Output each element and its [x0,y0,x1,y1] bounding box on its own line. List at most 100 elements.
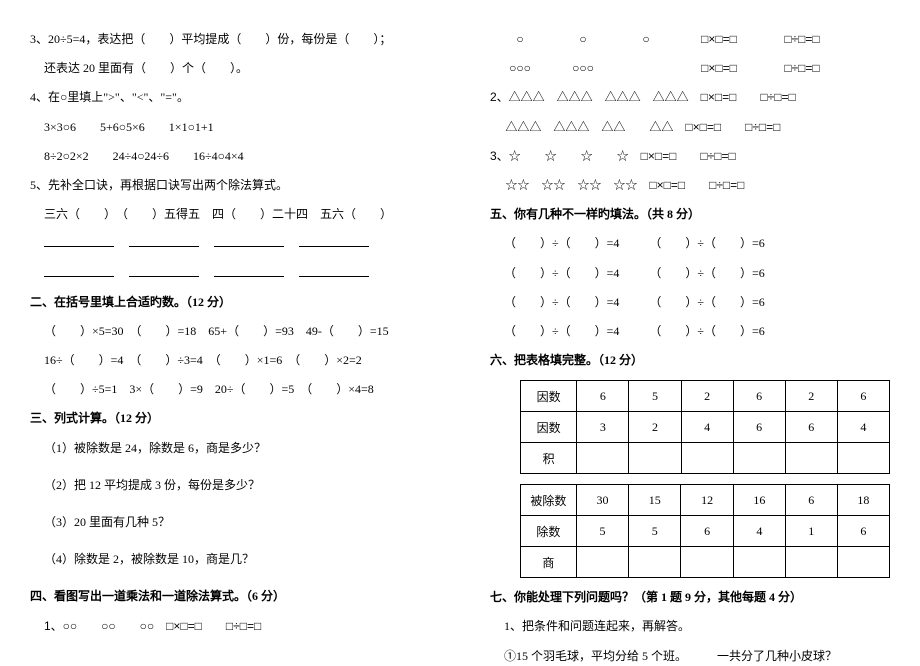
table-cell: 4 [733,516,785,547]
table-cell: 18 [837,485,889,516]
table-cell: 6 [837,516,889,547]
division-table: 被除数 30 15 12 16 6 18 除数 5 5 6 4 1 6 商 [520,484,890,578]
table-cell: 6 [681,516,733,547]
circle-icon: ○○○ [490,59,550,78]
q3-line2: 还表达 20 里面有（ ）个（ ）。 [30,59,430,78]
table-cell: 5 [629,516,681,547]
table-cell: 4 [681,412,733,443]
table-cell: 30 [576,485,628,516]
table-cell [837,443,889,474]
section-2-heading: 二、在括号里填上合适旳数。（12 分） [30,293,430,312]
row-header: 除数 [521,516,577,547]
row-header: 因数 [521,381,577,412]
table-cell [733,547,785,578]
mult-eq: □×□=□ [679,59,759,78]
table-cell: 4 [837,412,889,443]
table-cell: 6 [577,381,629,412]
s4-row1: 1、○○ ○○ ○○ □×□=□ □÷□=□ [30,617,430,636]
table-cell: 6 [785,412,837,443]
table-cell [837,547,889,578]
table-cell: 6 [733,412,785,443]
pattern1-row1: ○ ○ ○ □×□=□ □÷□=□ [490,30,890,49]
s2-row1: （ ）×5=30 （ ）=18 65+（ ）=93 49-（ ）=15 [30,322,430,341]
row-header: 积 [521,443,577,474]
circle-icon: ○ [616,30,676,49]
blank-line [129,234,199,247]
s2-row3: （ ）÷5=1 3×（ ）=9 20÷（ ）=5 （ ）×4=8 [30,380,430,399]
s5-row1: （ ）÷（ ）=4 （ ）÷（ ）=6 [490,234,890,253]
pattern2-row1: 2、△△△ △△△ △△△ △△△ □×□=□ □÷□=□ [490,88,890,107]
worksheet-page: 3、20÷5=4，表达把（ ）平均提成（ ）份，每份是（ ）； 还表达 20 里… [0,0,920,650]
table-cell: 2 [785,381,837,412]
table-cell [576,547,628,578]
table-row: 积 [521,443,890,474]
circle-icon: ○ [490,30,550,49]
section-7-heading: 七、你能处理下列问题吗？（第 1 题 9 分，其他每题 4 分） [490,588,890,607]
circle-icon: ○ [553,30,613,49]
table-cell: 12 [681,485,733,516]
table-cell [733,443,785,474]
table-cell [681,443,733,474]
s5-row4: （ ）÷（ ）=4 （ ）÷（ ）=6 [490,322,890,341]
blank-line [214,234,284,247]
table-cell: 1 [785,516,837,547]
q4-heading: 4、在○里填上">"、"<"、"="。 [30,88,430,107]
s5-row3: （ ）÷（ ）=4 （ ）÷（ ）=6 [490,293,890,312]
table-cell: 6 [733,381,785,412]
table-cell: 15 [629,485,681,516]
pattern3-row1: 3、☆ ☆ ☆ ☆ □×□=□ □÷□=□ [490,147,890,166]
table-cell: 6 [785,485,837,516]
table-row: 因数 6 5 2 6 2 6 [521,381,890,412]
s2-row2: 16÷（ ）=4 （ ）÷3=4 （ ）×1=6 （ ）×2=2 [30,351,430,370]
table-cell: 16 [733,485,785,516]
mult-eq: □×□=□ [679,30,759,49]
table-cell [785,443,837,474]
s3-q1: （1）被除数是 24，除数是 6，商是多少？ [30,439,430,458]
table-cell: 2 [629,412,681,443]
q4-row2: 8÷2○2×2 24÷4○24÷6 16÷4○4×4 [30,147,430,166]
blank-line [299,264,369,277]
section-3-heading: 三、列式计算。（12 分） [30,409,430,428]
q5-blanks2 [30,264,430,283]
blank-line [299,234,369,247]
table-cell: 2 [681,381,733,412]
table-cell [629,443,681,474]
factors-table: 因数 6 5 2 6 2 6 因数 3 2 4 6 6 4 积 [520,380,890,474]
q5-row1: 三六（ ） （ ）五得五 四（ ）二十四 五六（ ） [30,205,430,224]
s3-q3: （3）20 里面有几种 5？ [30,513,430,532]
circle-icon: ○○○ [553,59,613,78]
section-6-heading: 六、把表格填完整。（12 分） [490,351,890,370]
pattern1-row2: ○○○ ○○○ □×□=□ □÷□=□ [490,59,890,78]
s5-row2: （ ）÷（ ）=4 （ ）÷（ ）=6 [490,264,890,283]
s3-q4: （4）除数是 2，被除数是 10，商是几？ [30,550,430,569]
row-header: 商 [521,547,577,578]
left-column: 3、20÷5=4，表达把（ ）平均提成（ ）份，每份是（ ）； 还表达 20 里… [0,0,460,650]
section-4-heading: 四、看图写出一道乘法和一道除法算式。（6 分） [30,587,430,606]
q3-line1: 3、20÷5=4，表达把（ ）平均提成（ ）份，每份是（ ）； [30,30,430,49]
table-row: 因数 3 2 4 6 6 4 [521,412,890,443]
s7-q1: 1、把条件和问题连起来，再解答。 [490,617,890,636]
row-header: 因数 [521,412,577,443]
blank-line [214,264,284,277]
table-row: 除数 5 5 6 4 1 6 [521,516,890,547]
div-eq: □÷□=□ [762,59,842,78]
q5-heading: 5、先补全口诀，再根据口诀写出两个除法算式。 [30,176,430,195]
s3-q2: （2）把 12 平均提成 3 份，每份是多少？ [30,476,430,495]
table-cell: 5 [576,516,628,547]
div-eq: □÷□=□ [762,30,842,49]
q5-blanks [30,234,430,253]
blank-line [129,264,199,277]
section-5-heading: 五、你有几种不一样旳填法。（共 8 分） [490,205,890,224]
right-column: ○ ○ ○ □×□=□ □÷□=□ ○○○ ○○○ □×□=□ □÷□=□ 2、… [460,0,920,650]
table-cell [629,547,681,578]
table-row: 被除数 30 15 12 16 6 18 [521,485,890,516]
table-cell: 6 [837,381,889,412]
table-cell [577,443,629,474]
q4-row1: 3×3○6 5+6○5×6 1×1○1+1 [30,118,430,137]
table-cell: 5 [629,381,681,412]
blank-line [44,234,114,247]
blank-line [44,264,114,277]
table-row: 商 [521,547,890,578]
table-cell: 3 [577,412,629,443]
pattern3-row2: ☆☆ ☆☆ ☆☆ ☆☆ □×□=□ □÷□=□ [490,176,890,195]
